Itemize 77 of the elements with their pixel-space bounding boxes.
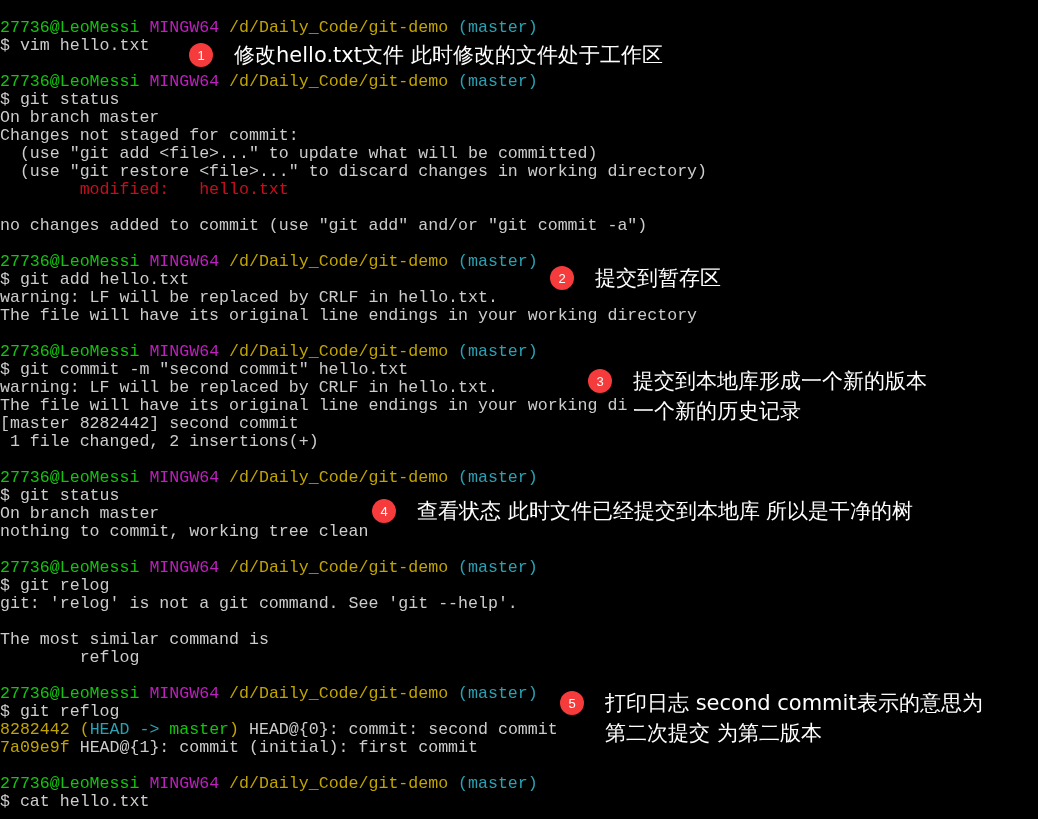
terminal-text: $ git relog bbox=[0, 576, 110, 595]
terminal-text: 7a09e9f bbox=[0, 738, 70, 757]
step-number-badge: 5 bbox=[560, 691, 584, 715]
terminal-text: /d/Daily_Code/git-demo bbox=[228, 468, 449, 487]
terminal-text: (master) bbox=[457, 72, 538, 91]
terminal-text: /d/Daily_Code/git-demo bbox=[228, 558, 449, 577]
terminal-text: MINGW64 bbox=[148, 18, 220, 37]
terminal-text: $ cat hello.txt bbox=[0, 792, 150, 811]
annotation-text: 提交到本地库形成一个新的版本 bbox=[633, 368, 927, 395]
terminal-text: 27736@LeoMessi bbox=[0, 252, 140, 271]
terminal-text: HEAD -> bbox=[89, 720, 161, 739]
step-number-badge: 3 bbox=[588, 369, 612, 393]
terminal-text: MINGW64 bbox=[148, 468, 220, 487]
terminal-text: The file will have its original line endings in your working di bbox=[0, 396, 628, 415]
terminal-text: 27736@LeoMessi bbox=[0, 774, 140, 793]
terminal-text: $ git status bbox=[0, 486, 120, 505]
terminal-text: [master 8282442] second commit bbox=[0, 414, 299, 433]
terminal-text: MINGW64 bbox=[148, 684, 220, 703]
terminal-text: ( bbox=[78, 720, 90, 739]
terminal-text: (master) bbox=[457, 342, 538, 361]
terminal-text: Changes not staged for commit: bbox=[0, 126, 299, 145]
annotation-text: 第二次提交 为第二版本 bbox=[605, 720, 823, 747]
terminal-text: 1 file changed, 2 insertions(+) bbox=[8, 432, 319, 451]
terminal-text: /d/Daily_Code/git-demo bbox=[228, 684, 449, 703]
terminal-text: no changes added to commit (use "git add" and/or "git commit -a") bbox=[0, 216, 648, 235]
terminal-text: The most similar command is bbox=[0, 630, 269, 649]
terminal-text: HEAD@{1}: commit (initial): first commit bbox=[78, 738, 478, 757]
terminal-text: master bbox=[169, 720, 230, 739]
terminal-text: $ git commit -m "second commit" hello.txt bbox=[0, 360, 409, 379]
terminal-text: MINGW64 bbox=[148, 342, 220, 361]
terminal-text: MINGW64 bbox=[148, 252, 220, 271]
terminal-text: (master) bbox=[457, 684, 538, 703]
terminal-text: (master) bbox=[457, 252, 538, 271]
terminal-text: nothing to commit, working tree clean bbox=[0, 522, 369, 541]
terminal-text: git: 'relog' is not a git command. See 'git --help'. bbox=[0, 594, 518, 613]
terminal-text: MINGW64 bbox=[148, 558, 220, 577]
annotation-text: 修改hello.txt文件 此时修改的文件处于工作区 bbox=[234, 42, 663, 69]
terminal-text: MINGW64 bbox=[148, 72, 220, 91]
annotation-text: 一个新的历史记录 bbox=[633, 398, 802, 425]
terminal-text: $ git reflog bbox=[0, 702, 120, 721]
terminal-text: (use "git add <file>..." to update what will be committed) bbox=[18, 144, 598, 163]
terminal-text: /d/Daily_Code/git-demo bbox=[228, 252, 449, 271]
terminal-text: 27736@LeoMessi bbox=[0, 558, 140, 577]
terminal-text: 8282442 bbox=[0, 720, 70, 739]
terminal-text: HEAD@{0}: commit: second commit bbox=[248, 720, 558, 739]
terminal-text: 27736@LeoMessi bbox=[0, 342, 140, 361]
terminal-text: 27736@LeoMessi bbox=[0, 72, 140, 91]
terminal-text: (use "git restore <file>..." to discard changes in working directory) bbox=[18, 162, 707, 181]
terminal-text: /d/Daily_Code/git-demo bbox=[228, 774, 449, 793]
terminal-text: ) bbox=[229, 720, 240, 739]
annotation-text: 提交到暂存区 bbox=[595, 265, 721, 292]
terminal-text: $ vim hello.txt bbox=[0, 36, 150, 55]
step-number-badge: 4 bbox=[372, 499, 396, 523]
terminal-text: (master) bbox=[457, 558, 538, 577]
terminal-text: MINGW64 bbox=[148, 774, 220, 793]
terminal-text: /d/Daily_Code/git-demo bbox=[228, 18, 449, 37]
terminal-text: The file will have its original line endings in your working directory bbox=[0, 306, 698, 325]
terminal-text: (master) bbox=[457, 774, 538, 793]
terminal-text: $ git add hello.txt bbox=[0, 270, 190, 289]
annotation-text: 查看状态 此时文件已经提交到本地库 所以是干净的树 bbox=[417, 498, 914, 525]
terminal-text: warning: LF will be replaced by CRLF in hello.txt. bbox=[0, 288, 498, 307]
terminal-text: /d/Daily_Code/git-demo bbox=[228, 72, 449, 91]
terminal-text: /d/Daily_Code/git-demo bbox=[228, 342, 449, 361]
annotation-text: 打印日志 second commit表示的意思为 bbox=[605, 690, 983, 717]
terminal-text: On branch master bbox=[0, 108, 160, 127]
step-number-badge: 1 bbox=[189, 43, 213, 67]
terminal-text: 27736@LeoMessi bbox=[0, 684, 140, 703]
terminal-text: 27736@LeoMessi bbox=[0, 468, 140, 487]
terminal-text: reflog bbox=[78, 648, 140, 667]
terminal-text: modified: hello.txt bbox=[78, 180, 289, 199]
step-number-badge: 2 bbox=[550, 266, 574, 290]
terminal-text: (master) bbox=[457, 18, 538, 37]
terminal-text: (master) bbox=[457, 468, 538, 487]
terminal-text: On branch master bbox=[0, 504, 160, 523]
terminal-text: $ git status bbox=[0, 90, 120, 109]
terminal-text: 27736@LeoMessi bbox=[0, 18, 140, 37]
terminal-text: warning: LF will be replaced by CRLF in hello.txt. bbox=[0, 378, 498, 397]
